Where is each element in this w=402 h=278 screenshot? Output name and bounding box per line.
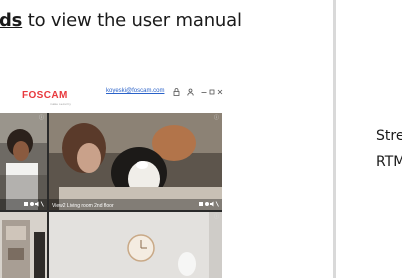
- foscam-logo-tagline: make security: [50, 102, 72, 106]
- foscam-logo: FOSCAM: [22, 90, 68, 101]
- close-icon[interactable]: [217, 88, 223, 98]
- instruction-keyword[interactable]: ds: [0, 10, 22, 31]
- account-email-link[interactable]: koyeski@foscam.com: [106, 88, 164, 94]
- camera-tile-4[interactable]: ⓘ: [49, 212, 222, 278]
- document-page-right: Stre RTM: [336, 0, 402, 278]
- tile-2-info-icon[interactable]: ⓘ: [214, 114, 219, 121]
- tile-1-overlay-bar: [0, 199, 47, 210]
- tile-2-controls[interactable]: [199, 201, 219, 209]
- camera-tile-1[interactable]: ⓘ: [0, 113, 47, 210]
- camera-tile-3[interactable]: [0, 212, 47, 278]
- document-page-left: ds to view the user manual FOSCAM make s…: [0, 0, 333, 278]
- camera-feed-2-image: [49, 113, 222, 210]
- side-text-line-1: Stre: [376, 128, 402, 144]
- foscam-app-window: FOSCAM make security koyeski@foscam.com: [0, 85, 226, 278]
- camera-feed-1-image: [0, 113, 47, 210]
- instruction-text: to view the user manual: [22, 10, 242, 31]
- side-text-line-2: RTM: [376, 154, 402, 170]
- minimize-icon[interactable]: [201, 88, 207, 98]
- app-titlebar: FOSCAM make security koyeski@foscam.com: [0, 85, 226, 111]
- camera-feed-4-image: [49, 212, 222, 278]
- tile-2-camera-label: View2 Living room 2nd floor: [52, 203, 114, 209]
- user-icon[interactable]: [187, 88, 194, 98]
- camera-tile-2[interactable]: ⓘ View2 Living room 2nd floor: [49, 113, 222, 210]
- camera-feed-3-image: [0, 212, 47, 278]
- lock-icon[interactable]: [173, 88, 180, 98]
- maximize-icon[interactable]: [209, 88, 215, 98]
- instruction-line: ds to view the user manual: [0, 10, 242, 31]
- tile-2-overlay-bar: View2 Living room 2nd floor: [49, 199, 222, 210]
- tile-1-info-icon[interactable]: ⓘ: [39, 114, 44, 121]
- tile-4-info-icon[interactable]: ⓘ: [214, 213, 219, 220]
- camera-grid: ⓘ ⓘ View2 Living room 2nd floor ⓘ: [0, 113, 222, 278]
- tile-1-controls[interactable]: [24, 201, 44, 209]
